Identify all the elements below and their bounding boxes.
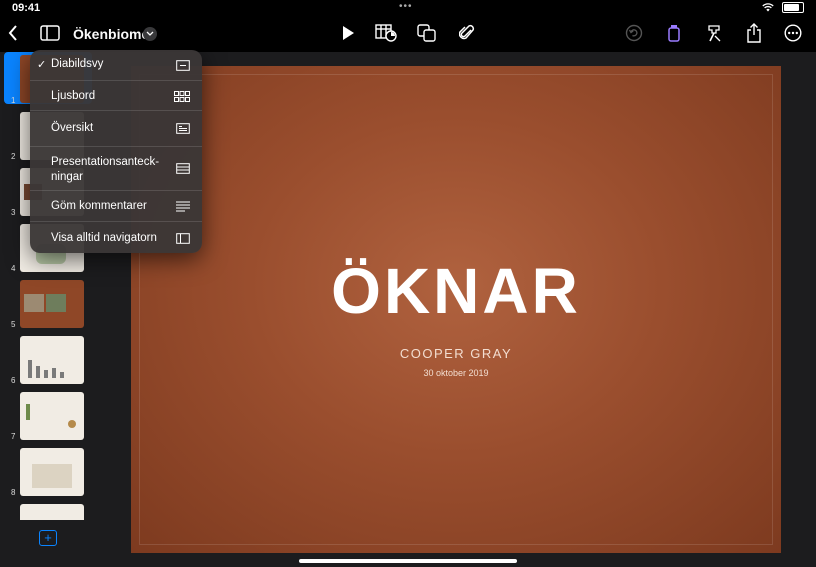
slide-number: 2 xyxy=(11,152,16,161)
view-menu: ✓ Diabildsvy Ljusbord Översikt Presentat… xyxy=(30,50,202,253)
slide-date[interactable]: 30 oktober 2019 xyxy=(131,368,781,378)
slide-thumbnail-6[interactable] xyxy=(20,336,84,384)
title-chevron-icon[interactable] xyxy=(143,27,157,41)
shapes-icon[interactable] xyxy=(416,22,438,44)
outline-view-icon xyxy=(176,123,190,134)
toolbar: Ökenbiomet xyxy=(0,16,816,52)
slide-author[interactable]: COOPER GRAY xyxy=(131,346,781,361)
slide-view-icon xyxy=(176,60,190,71)
wifi-icon xyxy=(762,3,774,12)
slide-thumbnail-7[interactable] xyxy=(20,392,84,440)
battery-icon xyxy=(782,2,804,13)
status-time: 09:41 xyxy=(12,2,41,14)
undo-icon[interactable] xyxy=(623,22,645,44)
slide-thumbnail-5[interactable] xyxy=(20,280,84,328)
animation-hammer-icon[interactable] xyxy=(703,22,725,44)
document-title[interactable]: Ökenbiomet xyxy=(73,26,154,42)
menu-item-always-show-navigator[interactable]: Visa alltid navigatorn xyxy=(30,221,202,253)
menu-item-light-table[interactable]: Ljusbord xyxy=(30,80,202,111)
menu-item-outline[interactable]: Översikt xyxy=(30,110,202,147)
current-slide[interactable]: ÖKNAR COOPER GRAY 30 oktober 2019 xyxy=(131,66,781,553)
slide-title[interactable]: ÖKNAR xyxy=(131,254,781,328)
slide-number: 1 xyxy=(11,96,16,105)
sidebar-icon[interactable] xyxy=(39,22,61,44)
more-icon[interactable] xyxy=(782,22,804,44)
slide-number: 8 xyxy=(11,488,16,497)
menu-item-slide-view[interactable]: ✓ Diabildsvy xyxy=(30,50,202,80)
navigator-icon xyxy=(176,233,190,244)
slide-thumbnail-9[interactable] xyxy=(20,504,84,520)
slide-number: 4 xyxy=(11,264,16,273)
add-slide-button[interactable]: + xyxy=(39,530,57,546)
paperclip-icon[interactable] xyxy=(456,22,478,44)
light-table-icon xyxy=(174,91,190,102)
checkmark-icon: ✓ xyxy=(37,59,47,71)
slide-number: 6 xyxy=(11,376,16,385)
menu-item-presenter-notes[interactable]: Presentationsanteck- ningar xyxy=(30,146,202,191)
slide-number: 7 xyxy=(11,432,16,441)
comments-icon xyxy=(176,201,190,212)
status-right xyxy=(762,2,804,13)
status-bar: 09:41 ••• xyxy=(0,0,816,16)
share-icon[interactable] xyxy=(743,22,765,44)
presenter-notes-icon xyxy=(176,163,190,174)
multitasking-dots-icon[interactable]: ••• xyxy=(399,1,413,12)
menu-item-hide-comments[interactable]: Göm kommentarer xyxy=(30,190,202,222)
slide-thumbnail-8[interactable] xyxy=(20,448,84,496)
format-brush-icon[interactable] xyxy=(663,22,685,44)
slide-number: 3 xyxy=(11,208,16,217)
home-indicator[interactable] xyxy=(299,559,517,563)
back-chevron-icon[interactable] xyxy=(2,22,24,44)
play-icon[interactable] xyxy=(337,22,359,44)
table-chart-icon[interactable] xyxy=(375,22,397,44)
slide-number: 5 xyxy=(11,320,16,329)
